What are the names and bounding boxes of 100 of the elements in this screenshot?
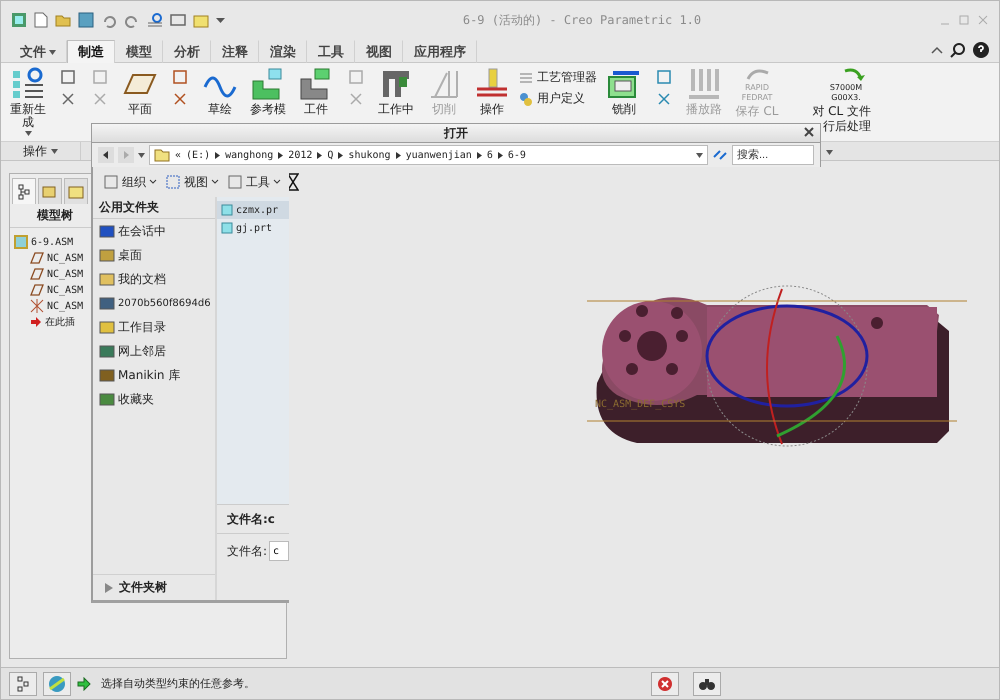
file-item[interactable]: gj.prt bbox=[216, 219, 289, 237]
list-icon bbox=[519, 70, 533, 84]
sidebar-item[interactable]: Manikin 库 bbox=[93, 363, 215, 387]
ribbon-button[interactable]: 草绘 bbox=[208, 103, 232, 116]
tree-icon bbox=[17, 676, 29, 692]
plane-icon bbox=[30, 268, 44, 280]
caret-icon bbox=[51, 148, 58, 154]
ribbon-small-button[interactable]: 用户定义 bbox=[519, 90, 597, 107]
arrow-icon bbox=[77, 676, 91, 690]
grid-icon bbox=[165, 174, 181, 190]
app-icon[interactable] bbox=[11, 12, 27, 28]
chevron-down-icon bbox=[211, 179, 219, 185]
tree-item[interactable]: NC_ASM bbox=[10, 250, 84, 266]
close-icon bbox=[804, 127, 814, 137]
model-tree-tab[interactable] bbox=[12, 178, 36, 204]
file-name-field[interactable]: c bbox=[269, 541, 289, 561]
sidebar-item[interactable]: 我的文档 bbox=[93, 267, 215, 291]
sidebar-title: 公用文件夹 bbox=[93, 197, 215, 219]
toolbar-button[interactable]: 组织 bbox=[103, 174, 157, 190]
sidebar-item[interactable]: 网上邻居 bbox=[93, 339, 215, 363]
sidebar-item[interactable]: 桌面 bbox=[93, 243, 215, 267]
regenerate-icon[interactable] bbox=[11, 67, 45, 101]
ribbon-button[interactable]: 平面 bbox=[128, 103, 152, 116]
stop-icon bbox=[657, 676, 673, 692]
ribbon-button[interactable]: 操作 bbox=[480, 103, 504, 116]
search-icon[interactable] bbox=[950, 42, 966, 58]
part-icon bbox=[220, 204, 233, 216]
tree-icon bbox=[17, 184, 31, 200]
stop-button[interactable] bbox=[651, 672, 679, 696]
collapse-ribbon-icon[interactable] bbox=[931, 45, 943, 55]
model-tree-toggle[interactable] bbox=[9, 672, 37, 696]
caret-icon bbox=[696, 152, 703, 158]
small-tool-icon[interactable] bbox=[172, 91, 188, 107]
favorites-tab[interactable] bbox=[64, 178, 88, 204]
plane-icon bbox=[30, 284, 44, 296]
ribbon-button[interactable]: 铣削 bbox=[612, 103, 636, 116]
chevron-icon bbox=[476, 152, 482, 158]
sidebar-item[interactable]: 收藏夹 bbox=[93, 387, 215, 411]
search-field[interactable]: 搜索... bbox=[732, 145, 814, 165]
chevron-icon bbox=[396, 152, 401, 158]
chevron-down-icon bbox=[273, 179, 281, 185]
ribbon-tab[interactable]: 制造 bbox=[67, 40, 115, 63]
file-item[interactable]: czmx.pr bbox=[216, 201, 289, 219]
ribbon-button[interactable]: 参考模 bbox=[250, 103, 286, 116]
icon-caption: RAPID FEDRAT bbox=[740, 83, 774, 103]
chevron-down-icon bbox=[149, 179, 157, 185]
folders-tab[interactable] bbox=[38, 178, 62, 204]
save-icon[interactable] bbox=[78, 12, 94, 28]
browser-toggle[interactable] bbox=[43, 672, 71, 696]
find-button[interactable] bbox=[693, 672, 721, 696]
caret-icon bbox=[24, 131, 32, 136]
expand-icon bbox=[105, 582, 113, 592]
chevron-icon bbox=[278, 152, 284, 158]
small-tool-icon[interactable] bbox=[172, 69, 188, 85]
sidebar-item[interactable]: 工作目录 bbox=[93, 315, 215, 339]
binoculars-icon bbox=[699, 676, 715, 690]
group-menu[interactable]: 操作 bbox=[1, 142, 81, 160]
ribbon-button[interactable]: 工作中 bbox=[378, 103, 414, 116]
tools-icon bbox=[227, 174, 243, 190]
address-field[interactable]: « (E:) wanghong 2012 Q shukong yuanwenjian 6 6-9 bbox=[149, 145, 708, 165]
folders-icon bbox=[42, 184, 58, 200]
small-tool-icon[interactable] bbox=[656, 91, 672, 107]
tree-item[interactable]: NC_ASM bbox=[10, 266, 84, 282]
customize-caret-icon[interactable] bbox=[216, 16, 225, 24]
tree-item[interactable]: NC_ASM bbox=[10, 298, 84, 314]
regenerate-icon[interactable] bbox=[147, 12, 163, 28]
ribbon-button[interactable]: 工件 bbox=[304, 103, 328, 116]
chevron-icon bbox=[338, 152, 344, 158]
tree-item[interactable]: NC_ASM bbox=[10, 282, 84, 298]
hourglass-icon bbox=[287, 173, 299, 191]
back-icon[interactable] bbox=[98, 147, 114, 163]
coordinate-system-icon bbox=[30, 299, 44, 313]
part-icon bbox=[220, 222, 233, 234]
ribbon-button[interactable]: 重新生成 bbox=[8, 103, 48, 129]
field-label: 文件名: bbox=[226, 542, 267, 560]
help-icon[interactable] bbox=[973, 42, 989, 58]
sidebar-item[interactable]: 2070b560f8694d6 bbox=[93, 291, 215, 315]
small-tool-icon[interactable] bbox=[60, 69, 76, 85]
small-tool-icon[interactable] bbox=[60, 91, 76, 107]
globe-icon bbox=[48, 674, 66, 692]
tree-item[interactable]: 6-9.ASM bbox=[10, 234, 74, 250]
window-icon[interactable] bbox=[170, 12, 186, 28]
ribbon-button-label: 行后处理 bbox=[823, 120, 871, 133]
plane-icon bbox=[30, 252, 44, 264]
ribbon-small-button[interactable]: 工艺管理器 bbox=[519, 69, 597, 86]
toolbar-button[interactable]: 视图 bbox=[165, 174, 219, 190]
folder-tree-toggle[interactable]: 文件夹树 bbox=[93, 574, 215, 600]
insert-arrow-icon bbox=[30, 316, 42, 328]
small-tool-icon[interactable] bbox=[656, 69, 672, 85]
assembly-icon bbox=[14, 235, 28, 249]
window-title: 6-9 (活动的) - Creo Parametric 1.0 bbox=[462, 12, 702, 28]
chevron-icon bbox=[317, 152, 322, 158]
icon-caption: S7000M G00X3. bbox=[828, 83, 864, 103]
caret-icon bbox=[49, 50, 56, 54]
ribbon-button[interactable]: 对 CL 文件 bbox=[812, 105, 871, 118]
user-icon bbox=[519, 92, 533, 106]
status-message: 选择自动类型约束的任意参考。 bbox=[101, 676, 256, 691]
new-file-icon[interactable] bbox=[34, 12, 48, 28]
toolbar-button[interactable]: 工具 bbox=[227, 174, 281, 190]
tree-item[interactable]: 在此插 bbox=[10, 314, 75, 330]
